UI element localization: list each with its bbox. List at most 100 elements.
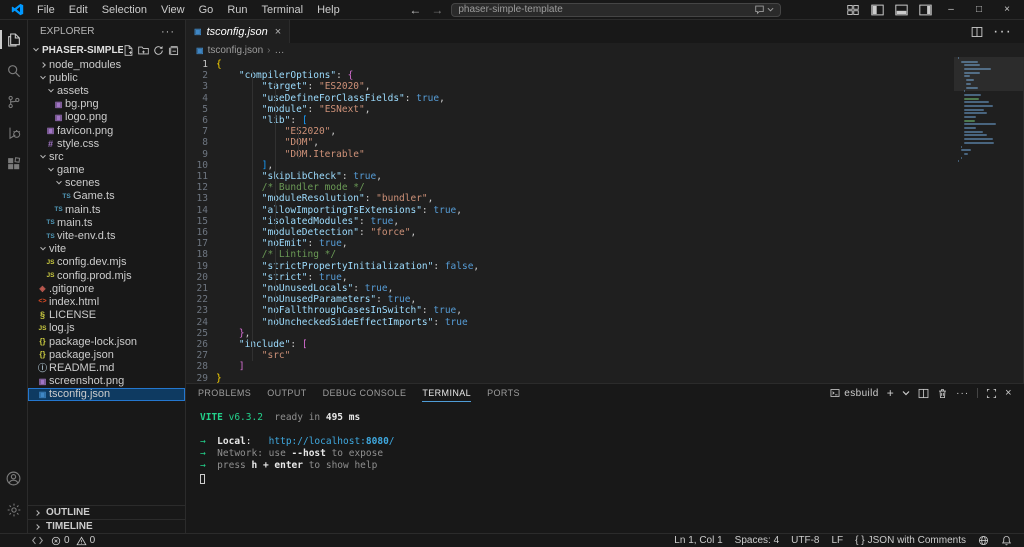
search-icon[interactable] (0, 55, 28, 86)
minimap[interactable] (958, 57, 1016, 383)
panel-tab-debug-console[interactable]: DEBUG CONSOLE (323, 384, 407, 402)
refresh-icon[interactable] (153, 45, 164, 56)
menu-view[interactable]: View (154, 2, 192, 18)
minimap-slider[interactable] (954, 57, 1024, 91)
tree-item-scenes[interactable]: scenes (28, 177, 185, 190)
terminal-dropdown-icon[interactable] (902, 389, 910, 397)
menu-terminal[interactable]: Terminal (255, 2, 311, 18)
split-editor-icon[interactable] (971, 26, 983, 38)
tree-item-log-js[interactable]: JSlog.js (28, 322, 185, 335)
status-spaces-4[interactable]: Spaces: 4 (735, 535, 779, 546)
extensions-icon[interactable] (0, 148, 28, 179)
menu-file[interactable]: File (30, 2, 62, 18)
explorer-project-section[interactable]: PHASER-SIMPLE-TEMPL... (28, 43, 185, 58)
nav-forward-icon[interactable]: → (429, 3, 445, 17)
tree-item-package-json[interactable]: {}package.json (28, 348, 185, 361)
js-file-icon: JS (47, 272, 55, 279)
terminal-output[interactable]: VITE v6.3.2 ready in 495 ms → Local: htt… (186, 402, 1024, 533)
tree-item-game[interactable]: game (28, 164, 185, 177)
collapse-all-icon[interactable] (168, 45, 179, 56)
toggle-panel-icon[interactable] (890, 1, 912, 19)
new-file-icon[interactable] (123, 45, 134, 56)
editor-more-actions-icon[interactable]: ··· (993, 23, 1012, 41)
panel-tab-terminal[interactable]: TERMINAL (422, 384, 471, 402)
language-mode[interactable]: { } JSON with Comments (855, 535, 966, 546)
tree-item--gitignore[interactable]: ◈.gitignore (28, 282, 185, 295)
breadcrumb-tail[interactable]: … (275, 45, 285, 56)
ports-globe-icon[interactable] (978, 535, 989, 546)
kill-terminal-trash-icon[interactable] (937, 388, 948, 399)
tree-item-assets[interactable]: assets (28, 84, 185, 97)
menu-help[interactable]: Help (310, 2, 347, 18)
maximize-panel-icon[interactable] (986, 388, 997, 399)
section-outline[interactable]: OUTLINE (28, 505, 185, 519)
accounts-icon[interactable] (0, 463, 28, 494)
terminal-instance-esbuild[interactable]: esbuild (830, 388, 879, 399)
tree-item-src[interactable]: src (28, 150, 185, 163)
tree-item-index-html[interactable]: <>index.html (28, 295, 185, 308)
tab-tsconfig[interactable]: ▣ tsconfig.json × (186, 20, 290, 43)
tree-item-bg-png[interactable]: ▣bg.png (28, 98, 185, 111)
settings-gear-icon[interactable] (0, 494, 28, 525)
panel-tab-ports[interactable]: PORTS (487, 384, 520, 402)
tree-item-main-ts[interactable]: TSmain.ts (28, 216, 185, 229)
tree-item-logo-png[interactable]: ▣logo.png (28, 111, 185, 124)
breadcrumb[interactable]: ▣ tsconfig.json › … (186, 43, 1024, 57)
tree-item-config-prod-mjs[interactable]: JSconfig.prod.mjs (28, 269, 185, 282)
split-terminal-icon[interactable] (918, 388, 929, 399)
menu-go[interactable]: Go (192, 2, 221, 18)
source-control-icon[interactable] (0, 86, 28, 117)
command-center-search[interactable]: phaser-simple-template (451, 3, 781, 17)
panel-tab-output[interactable]: OUTPUT (267, 384, 306, 402)
toggle-sidebar-icon[interactable] (866, 1, 888, 19)
panel-tab-problems[interactable]: PROBLEMS (198, 384, 251, 402)
close-panel-icon[interactable]: × (1005, 387, 1012, 399)
problems-status[interactable]: 0 0 (51, 535, 95, 546)
tree-item-main-ts[interactable]: TSmain.ts (28, 203, 185, 216)
menu-edit[interactable]: Edit (62, 2, 95, 18)
status-lf[interactable]: LF (832, 535, 844, 546)
section-timeline[interactable]: TIMELINE (28, 519, 185, 533)
chevron-right-icon (34, 510, 40, 516)
close-button[interactable]: × (994, 1, 1020, 19)
tree-item-screenshot-png[interactable]: ▣screenshot.png (28, 375, 185, 388)
status-utf-8[interactable]: UTF-8 (791, 535, 819, 546)
nav-back-icon[interactable]: ← (407, 3, 423, 17)
tree-item-tsconfig-json[interactable]: ▣tsconfig.json (28, 388, 185, 401)
chat-icon[interactable] (754, 4, 774, 15)
tab-close-icon[interactable]: × (275, 26, 281, 38)
remote-indicator-icon[interactable] (32, 535, 43, 546)
tree-item-vite[interactable]: vite (28, 243, 185, 256)
warning-count: 0 (90, 535, 96, 546)
status-ln-1-col-1[interactable]: Ln 1, Col 1 (674, 535, 722, 546)
line-number: 27 (186, 350, 208, 361)
tree-item-readme-md[interactable]: ⓘREADME.md (28, 361, 185, 374)
new-folder-icon[interactable] (138, 45, 149, 56)
customize-layout-icon[interactable] (842, 1, 864, 19)
tree-item-license[interactable]: §LICENSE (28, 309, 185, 322)
maximize-button[interactable]: □ (966, 1, 992, 19)
tree-item-favicon-png[interactable]: ▣favicon.png (28, 124, 185, 137)
tree-item-package-lock-json[interactable]: {}package-lock.json (28, 335, 185, 348)
tree-item-vite-env-d-ts[interactable]: TSvite-env.d.ts (28, 229, 185, 242)
tree-item-config-dev-mjs[interactable]: JSconfig.dev.mjs (28, 256, 185, 269)
menu-selection[interactable]: Selection (95, 2, 154, 18)
tree-item-game-ts[interactable]: TSGame.ts (28, 190, 185, 203)
notifications-bell-icon[interactable] (1001, 535, 1012, 546)
chevron-down-icon (40, 153, 46, 159)
toggle-secondary-sidebar-icon[interactable] (914, 1, 936, 19)
panel-more-actions-icon[interactable]: ··· (956, 388, 969, 399)
new-terminal-icon[interactable]: + (887, 386, 894, 400)
menu-run[interactable]: Run (220, 2, 254, 18)
minimize-button[interactable]: – (938, 1, 964, 19)
tree-item-public[interactable]: public (28, 71, 185, 84)
run-and-debug-icon[interactable] (0, 117, 28, 148)
tree-item-label: Game.ts (73, 190, 115, 202)
code-editor[interactable]: 1234567891011121314151617181920212223242… (186, 57, 1024, 383)
explorer-icon[interactable] (0, 24, 28, 55)
code-content[interactable]: { "compilerOptions": { "target": "ES2020… (216, 57, 1024, 383)
tree-item-node-modules[interactable]: node_modules (28, 58, 185, 71)
explorer-more-actions-icon[interactable]: ··· (161, 26, 175, 38)
tree-item-style-css[interactable]: #style.css (28, 137, 185, 150)
breadcrumb-file[interactable]: tsconfig.json (208, 45, 264, 56)
